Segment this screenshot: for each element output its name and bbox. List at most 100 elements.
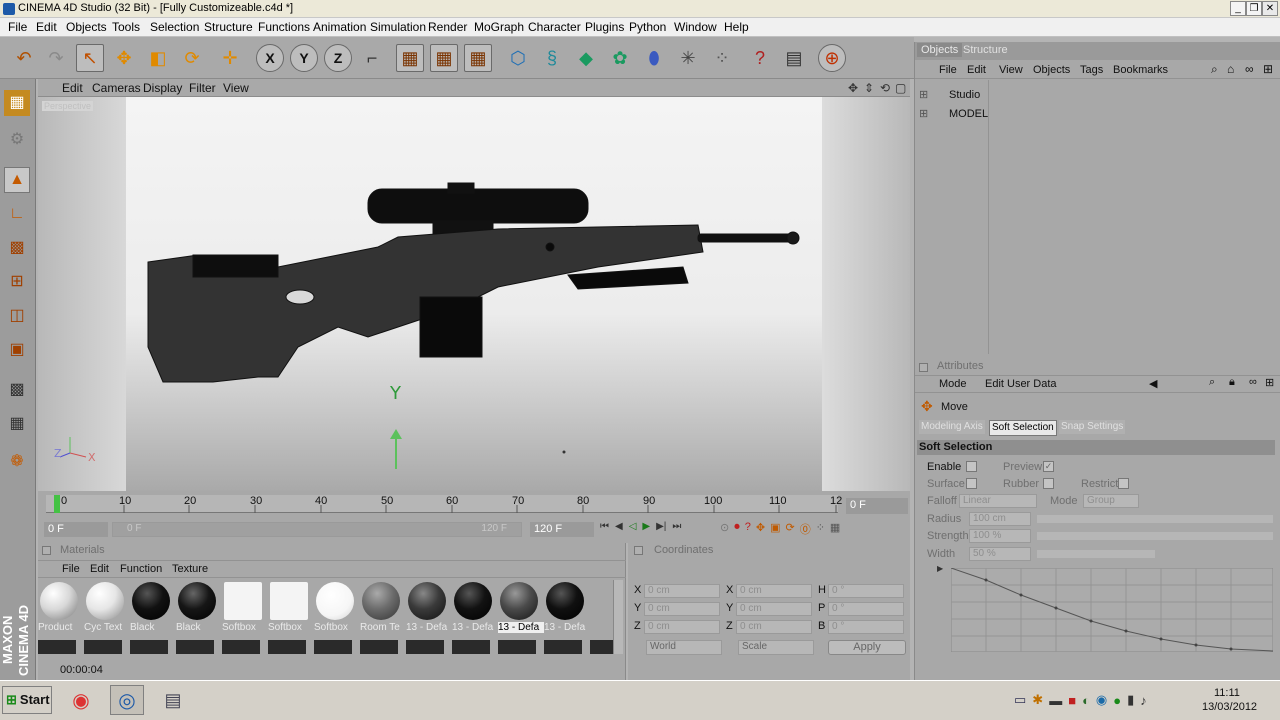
strength-field[interactable]: 100 %	[969, 529, 1031, 543]
play-backward-icon[interactable]: ◁	[629, 521, 637, 537]
rotate-icon[interactable]: ⟳	[178, 44, 206, 72]
undo-icon[interactable]: ↶	[10, 44, 38, 72]
lock-y-axis-button[interactable]: Y	[290, 44, 318, 72]
points-mode-icon[interactable]: ⊞	[4, 269, 30, 295]
viewport-menu-view[interactable]: View	[223, 81, 249, 95]
menu-help[interactable]: Help	[724, 20, 749, 34]
tray-app-red-icon[interactable]: ■	[1068, 693, 1076, 708]
materials-menu-edit[interactable]: Edit	[90, 563, 109, 575]
go-to-end-icon[interactable]: ⏭	[672, 521, 681, 537]
viewport-menu-edit[interactable]: Edit	[62, 81, 83, 95]
menu-selection[interactable]: Selection	[150, 20, 199, 34]
am-menu-edit[interactable]: Edit	[985, 378, 1004, 390]
help-cursor-icon[interactable]: ?	[746, 44, 774, 72]
width-field[interactable]: 50 %	[969, 547, 1031, 561]
materials-panel-toggle[interactable]	[42, 546, 51, 555]
om-link-icon[interactable]: ∞	[1245, 62, 1254, 76]
preview-checkbox[interactable]: ✓	[1043, 461, 1054, 472]
key-pla-icon[interactable]: ⁘	[816, 521, 825, 537]
rotation-b-field[interactable]: 0 °	[828, 620, 904, 634]
key-rotation-icon[interactable]: ⟳	[785, 521, 794, 537]
menu-file[interactable]: File	[8, 20, 27, 34]
viewport-menu-display[interactable]: Display	[143, 81, 182, 95]
expand-icon[interactable]: ⊞	[919, 107, 928, 120]
menu-window[interactable]: Window	[674, 20, 717, 34]
viewport-3d[interactable]: Perspective Y Z X	[38, 97, 910, 491]
deformer-icon[interactable]: ⬮	[640, 44, 668, 72]
make-editable-icon[interactable]: ⚙	[4, 127, 30, 153]
apply-button[interactable]: Apply	[828, 640, 906, 655]
materials-menu-file[interactable]: File	[62, 563, 80, 575]
timeline-playhead[interactable]	[54, 495, 60, 513]
recent-tool-icon[interactable]: ✛	[216, 44, 244, 72]
tab-soft-selection[interactable]: Soft Selection	[989, 420, 1057, 436]
next-frame-icon[interactable]: ▶|	[656, 521, 666, 537]
size-mode-dropdown[interactable]: Scale	[738, 640, 814, 655]
start-frame-field[interactable]: 0 F	[44, 522, 108, 537]
tray-media-icon[interactable]: ▬	[1049, 693, 1062, 708]
om-menu-view[interactable]: View	[999, 64, 1023, 76]
key-scale-icon[interactable]: ▣	[770, 521, 780, 537]
viewport-rotate-icon[interactable]: ⟲	[880, 81, 890, 95]
menu-python[interactable]: Python	[629, 20, 666, 34]
scale-icon[interactable]: ◧	[144, 44, 172, 72]
object-item-studio[interactable]: ⊞ Studio	[919, 88, 989, 104]
om-menu-edit[interactable]: Edit	[967, 64, 986, 76]
material-black[interactable]: Black	[130, 580, 174, 636]
falloff-graph-expand-icon[interactable]: ▶	[937, 564, 943, 573]
menu-objects[interactable]: Objects	[66, 20, 107, 34]
surface-checkbox[interactable]	[966, 478, 977, 489]
tray-globe-icon[interactable]: ◉	[1096, 692, 1107, 708]
tab-modeling-axis[interactable]: Modeling Axis	[919, 420, 985, 434]
material-13-default-c[interactable]: 13 - Defa	[544, 580, 588, 636]
sculpt-icon[interactable]: ❁	[4, 449, 30, 475]
start-button[interactable]: ⊞ Start	[2, 686, 52, 714]
material-softbox-2[interactable]: Softbox	[268, 580, 312, 636]
position-y-field[interactable]: 0 cm	[644, 602, 720, 616]
viewport-zoom-icon[interactable]: ⇕	[864, 81, 874, 95]
position-x-field[interactable]: 0 cm	[644, 584, 720, 598]
move-icon[interactable]: ✥	[110, 44, 138, 72]
width-slider[interactable]	[1037, 550, 1155, 558]
tab-structure[interactable]: Structure	[959, 43, 1012, 57]
tray-display-icon[interactable]: ▭	[1014, 692, 1026, 708]
render-picture-viewer-icon[interactable]: ▦	[430, 44, 458, 72]
key-parameter-icon[interactable]: ⓪	[800, 521, 811, 537]
key-position-icon[interactable]: ✥	[756, 521, 765, 537]
rubber-checkbox[interactable]	[1043, 478, 1054, 489]
materials-menu-function[interactable]: Function	[120, 563, 162, 575]
am-lock-icon[interactable]: 🔒︎	[1229, 376, 1235, 389]
close-button[interactable]: ✕	[1262, 1, 1278, 16]
materials-scrollbar[interactable]	[613, 580, 623, 654]
edges-mode-icon[interactable]: ◫	[4, 303, 30, 329]
menu-functions[interactable]: Functions	[258, 20, 310, 34]
om-menu-bookmarks[interactable]: Bookmarks	[1113, 64, 1168, 76]
cube-icon[interactable]: ⬡	[504, 44, 532, 72]
lock-z-axis-button[interactable]: Z	[324, 44, 352, 72]
material-13-default-b[interactable]: 13 - Defa	[452, 580, 496, 636]
am-search-icon[interactable]: ⌕	[1209, 376, 1215, 389]
menu-render[interactable]: Render	[428, 20, 467, 34]
go-to-start-icon[interactable]: ⏮	[600, 521, 609, 537]
tray-volume-icon[interactable]: ♪	[1140, 693, 1147, 708]
om-menu-file[interactable]: File	[939, 64, 957, 76]
coordinates-panel-toggle[interactable]	[634, 546, 643, 555]
mode-dropdown[interactable]: Group	[1083, 494, 1139, 508]
animation-mode-icon[interactable]: ▦	[4, 411, 30, 437]
menu-structure[interactable]: Structure	[204, 20, 253, 34]
material-softbox[interactable]: Softbox	[222, 580, 266, 636]
viewport-pan-icon[interactable]: ✥	[848, 81, 858, 95]
explorer-taskbar-icon[interactable]: ▤	[156, 685, 190, 715]
previous-frame-icon[interactable]: ◀	[615, 521, 623, 537]
om-menu-tags[interactable]: Tags	[1080, 64, 1103, 76]
menu-animation[interactable]: Animation	[313, 20, 366, 34]
coordinate-system-dropdown[interactable]: World	[646, 640, 722, 655]
redo-icon[interactable]: ↷	[42, 44, 70, 72]
timeline-layout-icon[interactable]: ▦	[830, 521, 840, 537]
workplane-icon[interactable]: ▩	[4, 377, 30, 403]
viewport-menu-cameras[interactable]: Cameras	[92, 81, 141, 95]
model-mode-icon[interactable]: ▲	[4, 167, 30, 193]
scene-settings-icon[interactable]: ▤	[780, 44, 808, 72]
polygons-mode-icon[interactable]: ▣	[4, 337, 30, 363]
am-menu-user-data[interactable]: User Data	[1007, 378, 1057, 390]
